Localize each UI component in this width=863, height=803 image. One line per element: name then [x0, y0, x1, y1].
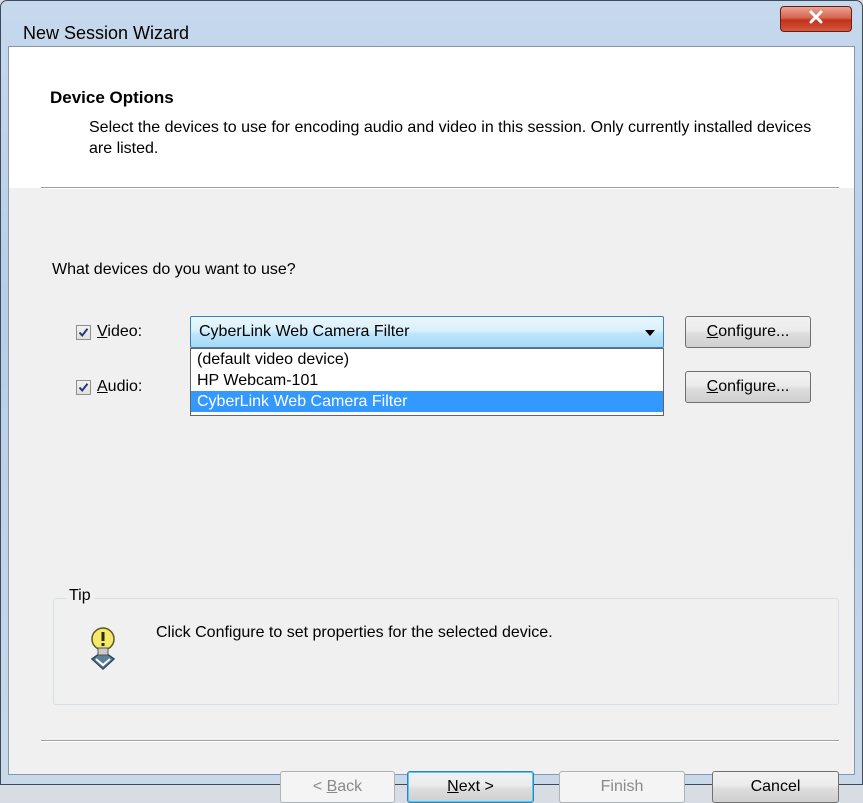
audio-configure-text: onfigure... [718, 378, 790, 395]
checkmark-icon [78, 328, 89, 338]
window-title: New Session Wizard [23, 23, 190, 43]
audio-configure-accel: C [706, 378, 719, 395]
audio-label-accel: A [97, 378, 108, 395]
video-label-accel: V [97, 323, 108, 340]
dropdown-arrow-icon[interactable] [645, 330, 655, 336]
video-device-select[interactable]: CyberLink Web Camera Filter [190, 316, 664, 348]
audio-label[interactable]: Audio: [97, 378, 142, 396]
page-title: Device Options [50, 88, 174, 107]
dropdown-option[interactable]: (default video device) [191, 349, 663, 370]
cancel-button[interactable]: Cancel [712, 771, 839, 803]
video-configure-accel: C [706, 323, 719, 340]
header-divider [41, 187, 839, 189]
back-button[interactable]: < Back [280, 771, 395, 803]
finish-button[interactable]: Finish [559, 771, 685, 803]
close-icon [808, 10, 824, 29]
next-accel: N [447, 778, 459, 795]
video-label[interactable]: Video: [97, 323, 142, 341]
checkmark-icon [78, 383, 89, 393]
audio-configure-button[interactable]: Configure... [685, 371, 811, 403]
page-subtitle: Select the devices to use for encoding a… [89, 119, 812, 157]
close-button[interactable] [780, 6, 852, 32]
video-device-dropdown[interactable]: (default video device) HP Webcam-101 Cyb… [190, 348, 664, 416]
video-checkbox[interactable] [76, 325, 91, 340]
wizard-header: Device Options Select the devices to use… [9, 47, 854, 188]
audio-checkbox[interactable] [76, 380, 91, 395]
lightbulb-icon [86, 625, 120, 678]
tip-text: Click Configure to set properties for th… [156, 624, 553, 641]
devices-question: What devices do you want to use? [52, 261, 296, 278]
video-configure-button[interactable]: Configure... [685, 316, 811, 348]
dropdown-option[interactable]: HP Webcam-101 [191, 370, 663, 391]
next-button[interactable]: Next > [407, 771, 534, 803]
footer-divider [41, 740, 839, 742]
tip-group [53, 598, 839, 705]
back-text: ack [337, 778, 363, 795]
tip-legend: Tip [66, 587, 94, 605]
video-device-selected: CyberLink Web Camera Filter [199, 323, 410, 340]
audio-label-text: udio: [107, 378, 143, 395]
back-accel: B [326, 778, 338, 795]
dropdown-option-selected[interactable]: CyberLink Web Camera Filter [191, 391, 663, 412]
wizard-client-area: Device Options Select the devices to use… [8, 46, 855, 803]
back-prefix: < [312, 778, 327, 795]
next-text: ext > [458, 778, 494, 795]
video-configure-text: onfigure... [718, 323, 790, 340]
video-label-text: ideo: [107, 323, 143, 340]
window-frame: New Session Wizard Device Options Select… [0, 0, 863, 803]
